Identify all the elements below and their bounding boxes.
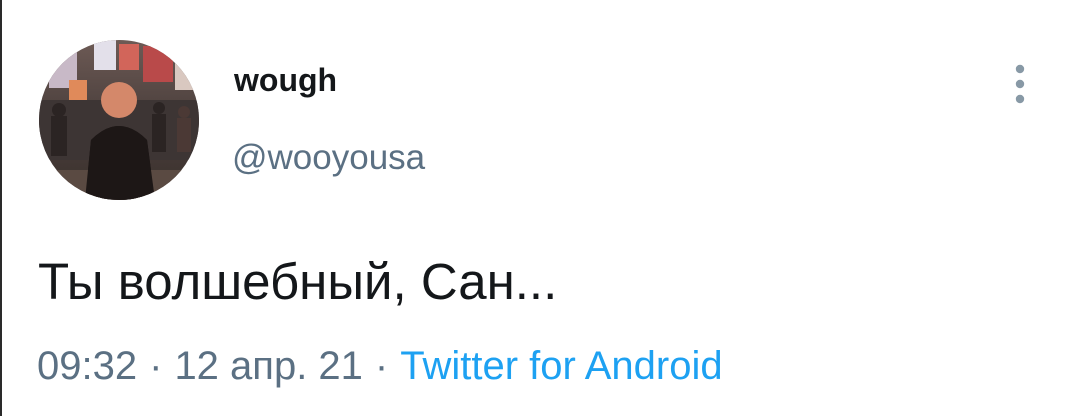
separator-dot: · [374,344,389,388]
tweet-metadata: 09:32 · 12 апр. 21 · Twitter for Android [37,342,723,390]
source-link[interactable]: Twitter for Android [400,344,722,388]
username-handle[interactable]: @wooyousa [232,137,425,179]
more-options-button[interactable] [1008,62,1032,106]
tweet-time: 09:32 [37,344,138,388]
avatar[interactable] [39,40,199,200]
tweet-date[interactable]: 12 апр. 21 [174,344,362,388]
display-name[interactable]: wough [234,60,337,100]
avatar-image [39,40,199,200]
more-vertical-icon [1015,64,1025,104]
tweet-text: Ты волшебный, Сан... [38,253,558,310]
window-edge [0,0,2,416]
separator-dot: · [149,344,163,388]
